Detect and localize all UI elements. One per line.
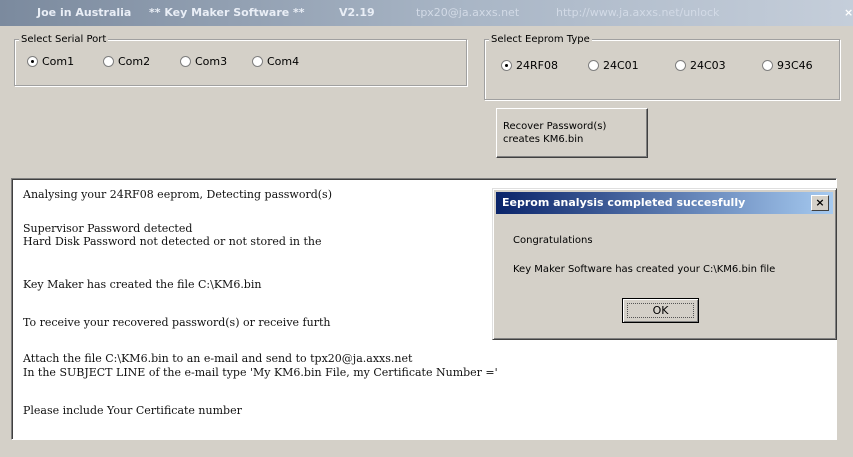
radio-com1[interactable]: Com1 (27, 55, 74, 68)
radio-selected-icon (27, 56, 38, 67)
dialog-message-congratulations: Congratulations (513, 235, 593, 246)
output-line: To receive your recovered password(s) or… (23, 316, 331, 329)
radio-24rf08[interactable]: 24RF08 (501, 59, 558, 72)
radio-com2[interactable]: Com2 (103, 55, 150, 68)
dialog-title: Eeprom analysis completed succesfully (502, 196, 746, 209)
serial-port-legend: Select Serial Port (19, 34, 109, 45)
dialog-close-icon[interactable]: × (811, 195, 829, 211)
radio-empty-icon (103, 56, 114, 67)
title-version: V2.19 (339, 6, 375, 19)
output-line: Hard Disk Password not detected or not s… (23, 235, 322, 248)
output-line: Key Maker has created the file C:\KM6.bi… (23, 278, 262, 291)
analysis-complete-dialog: Eeprom analysis completed succesfully × … (492, 188, 837, 340)
title-product: ** Key Maker Software ** (149, 6, 305, 19)
radio-empty-icon (762, 60, 773, 71)
radio-24c03[interactable]: 24C03 (675, 59, 726, 72)
eeprom-type-group: Select Eeprom Type 24RF08 24C01 24C03 93… (484, 34, 840, 100)
serial-port-group: Select Serial Port Com1 Com2 Com3 Com4 (14, 34, 467, 86)
title-url: http://www.ja.axxs.net/unlock (556, 6, 720, 19)
radio-24c01[interactable]: 24C01 (588, 59, 639, 72)
output-line: Please include Your Certificate number (23, 404, 242, 417)
window-title-bar: Joe in Australia ** Key Maker Software *… (0, 0, 853, 26)
dialog-message-file-created: Key Maker Software has created your C:\K… (513, 264, 776, 275)
radio-selected-icon (501, 60, 512, 71)
output-line: Attach the file C:\KM6.bin to an e-mail … (23, 352, 413, 365)
output-line: Supervisor Password detected (23, 222, 193, 235)
radio-empty-icon (180, 56, 191, 67)
eeprom-type-legend: Select Eeprom Type (489, 34, 592, 45)
recover-passwords-button[interactable]: Recover Password(s) creates KM6.bin (496, 108, 648, 158)
output-line: Analysing your 24RF08 eeprom, Detecting … (23, 188, 332, 201)
output-line: In the SUBJECT LINE of the e-mail type '… (23, 366, 498, 379)
dialog-title-bar: Eeprom analysis completed succesfully × (496, 192, 833, 214)
radio-empty-icon (588, 60, 599, 71)
title-author: Joe in Australia (37, 6, 132, 19)
radio-empty-icon (675, 60, 686, 71)
radio-empty-icon (252, 56, 263, 67)
dialog-ok-button[interactable]: OK (622, 298, 699, 323)
radio-com4[interactable]: Com4 (252, 55, 299, 68)
radio-93c46[interactable]: 93C46 (762, 59, 813, 72)
window-close-icon[interactable]: × (844, 6, 853, 19)
radio-com3[interactable]: Com3 (180, 55, 227, 68)
title-email: tpx20@ja.axxs.net (416, 6, 520, 19)
